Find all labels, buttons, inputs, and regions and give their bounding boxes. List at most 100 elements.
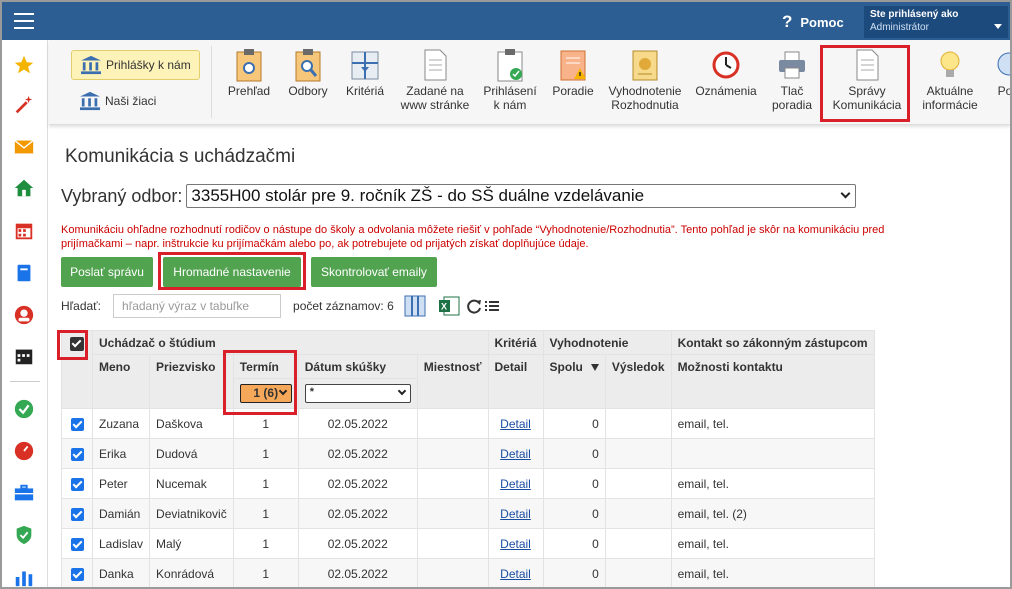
toolbar-criteria-button[interactable]: Kritériá — [340, 48, 390, 98]
menu-icon[interactable] — [14, 13, 34, 29]
cell-detail: Detail — [487, 438, 544, 469]
cell-exam-date: 02.05.2022 — [297, 528, 418, 559]
col-room[interactable]: Miestnosť — [416, 354, 489, 409]
col-contact-options[interactable]: Možnosti kontaktu — [670, 354, 875, 409]
chevron-down-icon — [994, 24, 1002, 29]
cell-surname: Dudová — [149, 438, 234, 469]
bank-icon — [81, 55, 101, 75]
table-row[interactable]: Danka Konrádová 1 02.05.2022 Detail 0 email, t… — [61, 558, 875, 587]
detail-link[interactable]: Detail — [500, 567, 531, 581]
col-detail[interactable]: Detail — [487, 354, 544, 409]
send-message-button[interactable]: Poslať správu — [61, 257, 153, 287]
table-row[interactable]: Erika Dudová 1 02.05.2022 Detail 0 — [61, 438, 875, 469]
cell-total: 0 — [542, 528, 606, 559]
table-row[interactable]: Zuzana Daškova 1 02.05.2022 Detail 0 email, te… — [61, 408, 875, 439]
cell-detail: Detail — [487, 468, 544, 499]
detail-link[interactable]: Detail — [500, 447, 531, 461]
cell-name: Erika — [91, 438, 151, 469]
star-icon[interactable] — [13, 54, 35, 76]
toolbar-fields-button[interactable]: Odbory — [283, 48, 333, 98]
gauge-icon[interactable] — [13, 440, 35, 462]
cell-contact: email, tel. — [670, 528, 875, 559]
shield-check-icon[interactable] — [13, 524, 35, 546]
cell-contact: email, tel. — [670, 468, 875, 499]
bar-chart-icon[interactable] — [13, 566, 35, 588]
user-icon[interactable] — [13, 304, 35, 326]
refresh-icon[interactable] — [466, 295, 482, 317]
check-emails-button[interactable]: Skontrolovať emaily — [311, 257, 437, 287]
cell-total: 0 — [542, 468, 606, 499]
user-caption: Ste prihlásený ako — [870, 9, 959, 20]
tab-our-students[interactable]: Naši žiaci — [71, 86, 164, 116]
cell-surname: Deviatnikovič — [149, 498, 234, 529]
table-row[interactable]: Ladislav Malý 1 02.05.2022 Detail 0 email, tel… — [61, 528, 875, 559]
detail-link[interactable]: Detail — [500, 477, 531, 491]
printer-icon — [779, 51, 805, 79]
mail-icon[interactable] — [13, 136, 35, 158]
clock-icon — [712, 51, 740, 79]
row-select-cell — [61, 438, 93, 469]
toolbar-applied-button[interactable]: Prihlásení k nám — [477, 48, 543, 112]
cell-term: 1 — [232, 528, 299, 559]
search-row: Hľadať: hľadaný výraz v tabuľke počet zá… — [61, 293, 500, 319]
home-icon[interactable] — [13, 177, 35, 199]
row-checkbox[interactable] — [70, 507, 84, 521]
row-checkbox[interactable] — [70, 477, 84, 491]
user-menu[interactable]: Ste prihlásený ako Administrátor — [864, 6, 1008, 38]
search-input[interactable]: hľadaný výraz v tabuľke — [113, 294, 282, 318]
briefcase-icon[interactable] — [13, 482, 35, 504]
toolbar-more-button[interactable]: Po — [993, 48, 1010, 98]
cell-surname: Daškova — [149, 408, 234, 439]
columns-icon[interactable] — [404, 295, 426, 317]
cell-room — [416, 558, 489, 587]
tab-applications[interactable]: Prihlášky k nám — [71, 50, 200, 80]
ranking-warning-icon — [560, 50, 586, 81]
schedule-icon[interactable] — [13, 345, 35, 367]
cell-result — [604, 408, 672, 439]
date-filter-select[interactable]: * — [304, 384, 411, 403]
toolbar-overview-button[interactable]: Prehľad — [224, 48, 274, 98]
magic-wand-icon[interactable] — [13, 94, 35, 116]
excel-icon[interactable]: X — [438, 295, 460, 317]
toolbar-ranking-button[interactable]: Poradie — [548, 48, 598, 98]
cell-term: 1 — [232, 498, 299, 529]
row-select-cell — [61, 408, 93, 439]
table-row[interactable]: Damián Deviatnikovič 1 02.05.2022 Detail 0 ema… — [61, 498, 875, 529]
col-exam-date[interactable]: Dátum skúšky — [297, 354, 418, 379]
toolbar-divider — [211, 46, 212, 118]
toolbar-evaluation-button[interactable]: Vyhodnotenie Rozhodnutia — [605, 48, 685, 112]
document-icon — [424, 49, 447, 81]
help-link[interactable]: ? Pomoc — [782, 12, 844, 32]
col-surname[interactable]: Priezvisko — [149, 354, 234, 409]
col-name[interactable]: Meno — [91, 354, 151, 409]
cell-result — [604, 468, 672, 499]
col-result[interactable]: Výsledok — [604, 354, 672, 409]
cell-room — [416, 498, 489, 529]
col-total[interactable]: Spolu — [542, 354, 606, 409]
cell-result — [604, 438, 672, 469]
table-row[interactable]: Peter Nucemak 1 02.05.2022 Detail 0 email, tel… — [61, 468, 875, 499]
cell-detail: Detail — [487, 558, 544, 587]
list-icon[interactable] — [484, 295, 500, 317]
row-checkbox[interactable] — [70, 537, 84, 551]
row-checkbox[interactable] — [70, 447, 84, 461]
chevron-down-icon — [397, 386, 406, 396]
detail-link[interactable]: Detail — [500, 417, 531, 431]
toolbar-announcements-button[interactable]: Oznámenia — [691, 48, 761, 98]
highlight-bulk — [158, 252, 306, 290]
group-criteria: Kritériá — [487, 330, 544, 355]
clipboard-eye-icon — [236, 49, 262, 82]
row-checkbox[interactable] — [70, 567, 84, 581]
toolbar-print-button[interactable]: Tlač poradia — [767, 48, 817, 112]
cell-room — [416, 408, 489, 439]
detail-link[interactable]: Detail — [500, 537, 531, 551]
row-checkbox[interactable] — [70, 417, 84, 431]
toolbar-news-button[interactable]: Aktuálne informácie — [915, 48, 985, 112]
detail-link[interactable]: Detail — [500, 507, 531, 521]
check-circle-icon[interactable] — [13, 398, 35, 420]
toolbar-web-button[interactable]: Zadané na www stránke — [397, 48, 473, 112]
calendar-icon[interactable] — [13, 220, 35, 242]
notebook-icon[interactable] — [13, 262, 35, 284]
group-contact: Kontakt so zákonným zástupcom — [670, 330, 875, 355]
field-select[interactable]: 3355H00 stolár pre 9. ročník ZŠ - do SŠ … — [186, 184, 857, 208]
